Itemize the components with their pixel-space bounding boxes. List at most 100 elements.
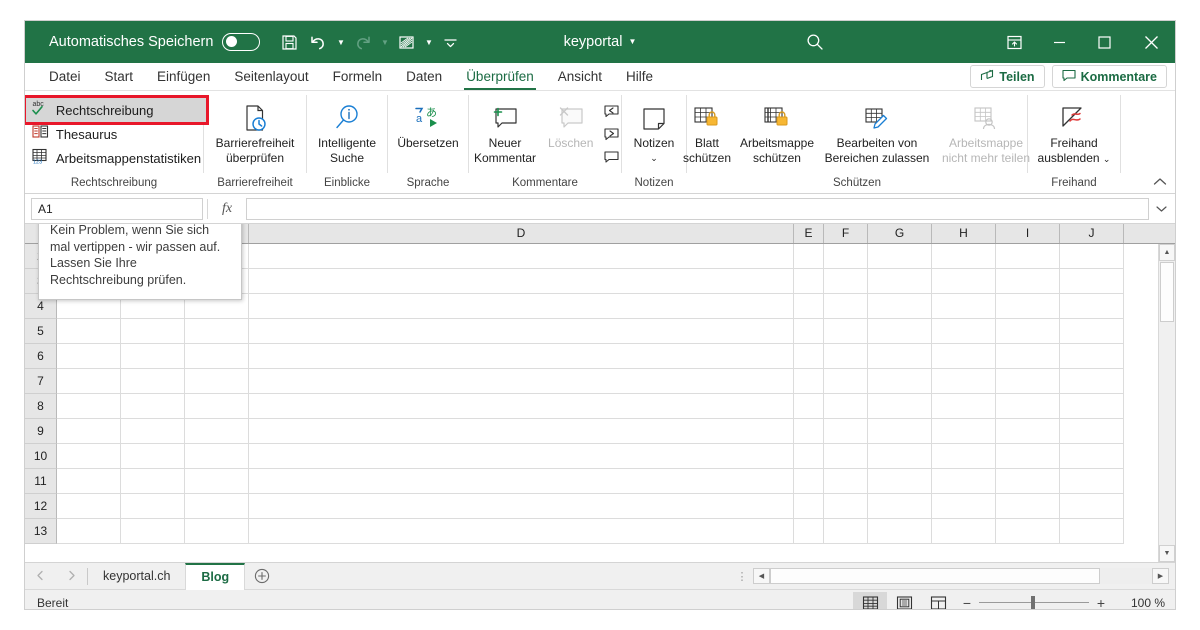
grid-cell[interactable]: [185, 494, 249, 519]
horizontal-scroll-thumb[interactable]: [770, 568, 1100, 584]
grid-cell[interactable]: [868, 294, 932, 319]
grid-cell[interactable]: [1060, 419, 1124, 444]
grid-cell[interactable]: [1060, 494, 1124, 519]
grid-cell[interactable]: [185, 469, 249, 494]
save-icon[interactable]: [276, 29, 303, 56]
grid-cell[interactable]: [932, 494, 996, 519]
normal-view-icon[interactable]: [853, 591, 887, 609]
grid-cell[interactable]: [1060, 244, 1124, 269]
grid-cell[interactable]: [996, 494, 1060, 519]
grid-row[interactable]: 5: [25, 319, 1175, 344]
grid-cell[interactable]: [794, 419, 824, 444]
grid-row[interactable]: 6: [25, 344, 1175, 369]
grid-cell[interactable]: [868, 444, 932, 469]
title-dropdown-icon[interactable]: ▼: [628, 37, 636, 46]
grid-cell[interactable]: [824, 369, 868, 394]
grid-cell[interactable]: [121, 519, 185, 544]
grid-cell[interactable]: [121, 494, 185, 519]
allow-edit-ranges-button[interactable]: Bearbeiten von Bereichen zulassen: [818, 96, 936, 165]
expand-formula-bar-icon[interactable]: [1153, 205, 1169, 213]
grid-row[interactable]: 11: [25, 469, 1175, 494]
vertical-scroll-thumb[interactable]: [1160, 262, 1174, 322]
check-accessibility-button[interactable]: Barrierefreiheit überprüfen: [204, 96, 306, 165]
tab-einfuegen[interactable]: Einfügen: [145, 64, 222, 90]
grid-row[interactable]: 13: [25, 519, 1175, 544]
zoom-in-button[interactable]: +: [1089, 595, 1113, 610]
smart-lookup-button[interactable]: Intelligente Suche: [307, 96, 387, 165]
scroll-up-arrow-icon[interactable]: ▲: [1159, 244, 1175, 261]
grid-cell[interactable]: [57, 469, 121, 494]
grid-cell[interactable]: [996, 419, 1060, 444]
grid-cell[interactable]: [57, 419, 121, 444]
search-icon[interactable]: [805, 32, 825, 52]
tab-formeln[interactable]: Formeln: [321, 64, 395, 90]
hide-ink-button[interactable]: Freihand ausblenden ⌄: [1028, 96, 1120, 166]
grid-cell[interactable]: [868, 269, 932, 294]
grid-cell[interactable]: [794, 319, 824, 344]
grid-cell[interactable]: [932, 244, 996, 269]
grid-cell[interactable]: [824, 419, 868, 444]
tab-daten[interactable]: Daten: [394, 64, 454, 90]
zoom-level-label[interactable]: 100 %: [1113, 596, 1165, 610]
tab-datei[interactable]: Datei: [37, 64, 93, 90]
column-header-i[interactable]: I: [996, 224, 1060, 243]
grid-cell[interactable]: [185, 369, 249, 394]
column-header-g[interactable]: G: [868, 224, 932, 243]
translate-button[interactable]: aあ Übersetzen: [391, 96, 464, 151]
sheet-tab-blog[interactable]: Blog: [185, 562, 246, 590]
row-header[interactable]: 12: [25, 494, 57, 519]
spreadsheet-grid[interactable]: A B C D E F G H I J 2345678910111213 ▲ ▼…: [25, 224, 1175, 562]
tab-ueberpruefen[interactable]: Überprüfen: [454, 64, 546, 91]
touch-mode-dropdown-icon[interactable]: ▼: [422, 29, 435, 56]
horizontal-scroll-track[interactable]: [770, 568, 1152, 584]
grid-cell[interactable]: [824, 444, 868, 469]
qat-more-icon[interactable]: [437, 29, 464, 56]
grid-cell[interactable]: [249, 369, 794, 394]
row-header[interactable]: 5: [25, 319, 57, 344]
grid-cell[interactable]: [932, 344, 996, 369]
grid-cell[interactable]: [185, 394, 249, 419]
row-header[interactable]: 13: [25, 519, 57, 544]
grid-cell[interactable]: [249, 419, 794, 444]
grid-cell[interactable]: [794, 244, 824, 269]
grid-row[interactable]: 7: [25, 369, 1175, 394]
zoom-slider[interactable]: [979, 590, 1089, 609]
grid-row[interactable]: 10: [25, 444, 1175, 469]
previous-sheet-icon[interactable]: [35, 570, 46, 583]
new-comment-button[interactable]: Neuer Kommentar: [465, 96, 544, 165]
grid-cell[interactable]: [1060, 344, 1124, 369]
grid-cell[interactable]: [794, 269, 824, 294]
column-header-j[interactable]: J: [1060, 224, 1124, 243]
row-header[interactable]: 11: [25, 469, 57, 494]
grid-cell[interactable]: [996, 444, 1060, 469]
column-header-d[interactable]: D: [249, 224, 794, 243]
grid-cell[interactable]: [249, 244, 794, 269]
workbook-statistics-button[interactable]: 123 Arbeitsmappenstatistiken: [26, 146, 206, 170]
grid-cell[interactable]: [1060, 319, 1124, 344]
grid-cell[interactable]: [57, 494, 121, 519]
tab-ansicht[interactable]: Ansicht: [546, 64, 614, 90]
grid-cell[interactable]: [249, 519, 794, 544]
add-sheet-icon[interactable]: [245, 568, 279, 584]
grid-cell[interactable]: [824, 294, 868, 319]
scroll-right-arrow-icon[interactable]: ▶: [1152, 568, 1169, 584]
next-comment-icon[interactable]: [599, 123, 625, 145]
vertical-scrollbar[interactable]: ▲ ▼: [1158, 244, 1175, 562]
grid-cell[interactable]: [996, 394, 1060, 419]
show-comments-icon[interactable]: [599, 146, 625, 168]
page-layout-view-icon[interactable]: [887, 592, 921, 609]
grid-cell[interactable]: [249, 319, 794, 344]
grid-cell[interactable]: [794, 469, 824, 494]
grid-cell[interactable]: [185, 444, 249, 469]
scroll-left-arrow-icon[interactable]: ◀: [753, 568, 770, 584]
grid-cell[interactable]: [868, 469, 932, 494]
grid-cell[interactable]: [824, 519, 868, 544]
undo-icon[interactable]: [305, 29, 332, 56]
grid-cell[interactable]: [794, 294, 824, 319]
zoom-slider-thumb[interactable]: [1031, 596, 1035, 609]
grid-cell[interactable]: [932, 369, 996, 394]
tab-start[interactable]: Start: [93, 64, 146, 90]
touch-mode-icon[interactable]: [393, 29, 420, 56]
tab-seitenlayout[interactable]: Seitenlayout: [222, 64, 320, 90]
grid-cell[interactable]: [1060, 519, 1124, 544]
